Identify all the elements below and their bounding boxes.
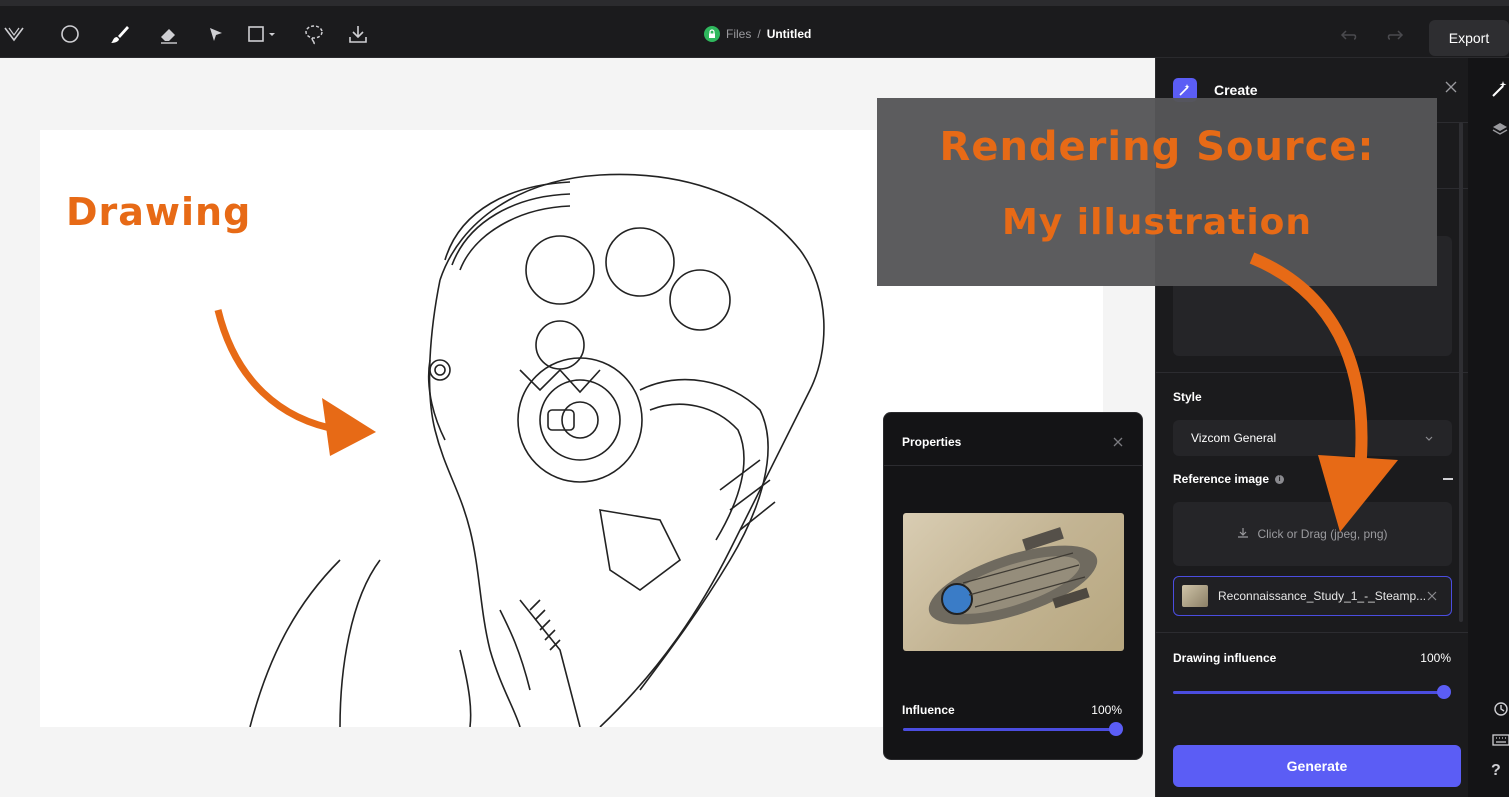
chevron-down-icon	[1424, 432, 1434, 442]
influence-slider[interactable]	[903, 728, 1116, 731]
reference-image-thumbnail[interactable]	[903, 513, 1124, 651]
close-icon[interactable]	[1444, 80, 1458, 94]
divider	[1156, 372, 1468, 373]
download-icon	[1237, 527, 1249, 542]
download-icon[interactable]	[344, 20, 372, 48]
export-button[interactable]: Export	[1429, 20, 1509, 56]
drawing-influence-slider[interactable]	[1173, 691, 1443, 694]
app-window: Files / Untitled Export Drawing Properti…	[0, 0, 1509, 797]
layers-icon[interactable]	[1491, 120, 1509, 138]
divider	[884, 465, 1142, 466]
info-icon[interactable]: i	[1275, 474, 1285, 484]
select-arrow-icon[interactable]	[202, 20, 230, 48]
generate-button[interactable]: Generate	[1173, 745, 1461, 787]
collapse-minus-icon[interactable]	[1443, 478, 1453, 480]
history-icon[interactable]	[1491, 700, 1509, 718]
annotation-overlay-line2: My illustration	[1001, 202, 1313, 243]
close-icon[interactable]	[1112, 435, 1124, 447]
help-icon[interactable]: ?	[1491, 762, 1509, 780]
panel-title: Create	[1214, 82, 1258, 98]
reference-image-heading: Reference image i	[1173, 472, 1285, 486]
keyboard-icon[interactable]	[1491, 730, 1509, 748]
drawing-influence-value: 100%	[1420, 651, 1451, 665]
magic-wand-icon[interactable]	[1491, 80, 1509, 98]
breadcrumb-current[interactable]: Untitled	[767, 27, 812, 41]
color-circle-icon[interactable]	[56, 20, 84, 48]
lock-icon	[704, 26, 720, 42]
annotation-overlay-line1: Rendering Source:	[939, 124, 1375, 170]
redo-icon[interactable]	[1384, 24, 1406, 46]
drawing-influence-slider-handle[interactable]	[1437, 685, 1451, 699]
influence-value: 100%	[1091, 703, 1122, 717]
shape-rect-icon[interactable]	[246, 20, 282, 48]
reference-file-thumbnail	[1182, 585, 1208, 607]
right-rail: ?	[1468, 58, 1509, 797]
properties-panel: Properties Influence 100%	[883, 412, 1143, 760]
undo-icon[interactable]	[1338, 24, 1360, 46]
influence-label: Influence	[902, 703, 955, 717]
remove-icon[interactable]	[1427, 590, 1437, 601]
panel-scrollbar[interactable]	[1459, 122, 1463, 622]
eraser-icon[interactable]	[154, 20, 182, 48]
style-label: Style	[1173, 390, 1202, 404]
influence-slider-handle[interactable]	[1109, 722, 1123, 736]
reference-dropzone[interactable]: Click or Drag (jpeg, png)	[1173, 502, 1452, 566]
divider	[1156, 632, 1468, 633]
breadcrumb: Files / Untitled	[704, 24, 811, 44]
lasso-icon[interactable]	[300, 20, 328, 48]
top-toolbar: Files / Untitled Export	[0, 0, 1509, 58]
dropzone-text: Click or Drag (jpeg, png)	[1257, 527, 1388, 541]
reference-file-chip[interactable]: Reconnaissance_Study_1_-_Steamp...	[1173, 576, 1452, 616]
style-dropdown[interactable]: Vizcom General	[1173, 420, 1452, 456]
annotation-drawing-label: Drawing	[66, 190, 252, 234]
properties-title: Properties	[902, 435, 962, 449]
brush-icon[interactable]	[106, 20, 134, 48]
reference-file-name: Reconnaissance_Study_1_-_Steamp...	[1218, 589, 1427, 603]
drawing-influence-label: Drawing influence	[1173, 651, 1277, 665]
breadcrumb-root[interactable]: Files	[726, 27, 751, 41]
logo-icon[interactable]	[0, 20, 28, 48]
breadcrumb-separator: /	[757, 27, 761, 41]
reference-image-label: Reference image	[1173, 472, 1270, 486]
style-dropdown-value: Vizcom General	[1191, 431, 1277, 445]
annotation-overlay-box: Rendering Source: My illustration	[877, 98, 1437, 286]
